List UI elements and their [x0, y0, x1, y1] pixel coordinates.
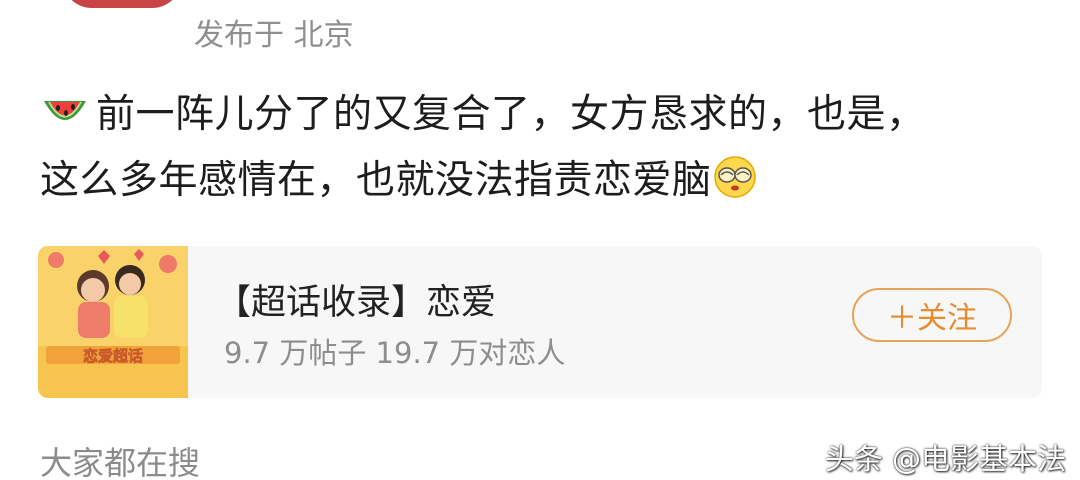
post-line-1: 前一阵儿分了的又复合了，女方恳求的，也是， — [40, 82, 1040, 148]
post-text-line-1: 前一阵儿分了的又复合了，女方恳求的，也是， — [96, 92, 926, 137]
topic-title[interactable]: 【超话收录】恋爱 — [216, 274, 496, 325]
watermelon-icon — [40, 93, 90, 133]
topic-stats: 9.7 万帖子 19.7 万对恋人 — [224, 336, 566, 370]
post-location: 发布于 北京 — [194, 18, 354, 53]
follow-button[interactable]: ＋关注 — [852, 288, 1012, 342]
super-topic-card[interactable]: 恋爱超话 【超话收录】恋爱 9.7 万帖子 19.7 万对恋人 ＋关注 — [38, 246, 1042, 398]
trending-search-label: 大家都在搜 — [40, 444, 201, 480]
watermark: 头条 @电影基本法 — [824, 442, 1066, 476]
post-text-line-2: 这么多年感情在，也就没法指责恋爱脑 — [40, 158, 712, 203]
post-body: 前一阵儿分了的又复合了，女方恳求的，也是， 这么多年感情在，也就没法指责恋爱脑 — [40, 82, 1040, 214]
topic-cover-image: 恋爱超话 — [38, 246, 188, 398]
cover-title: 恋爱超话 — [83, 347, 143, 365]
facepalm-icon — [712, 155, 758, 199]
avatar[interactable] — [62, 0, 182, 8]
post-line-2: 这么多年感情在，也就没法指责恋爱脑 — [40, 148, 1040, 214]
